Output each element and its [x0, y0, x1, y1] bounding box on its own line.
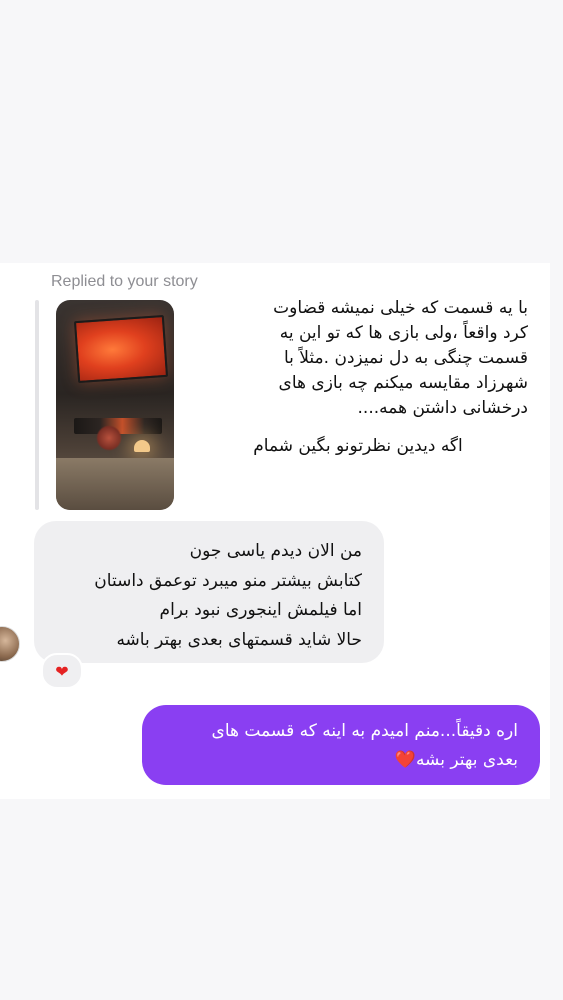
story-reply-line: قسمت چنگی به دل نمیزدن .مثلاً با [283, 348, 528, 368]
replied-to-story-label: Replied to your story [51, 273, 198, 290]
story-reply-line: با یه قسمت که خیلی نمیشه قضاوت [273, 298, 528, 318]
reply-quote-bar [35, 300, 39, 510]
story-flowers [96, 425, 122, 451]
story-table [56, 458, 174, 510]
outgoing-message-bubble[interactable]: اره دقیقاً...منم امیدم به اینه که قسمت ه… [142, 705, 540, 785]
story-thumbnail[interactable] [56, 300, 174, 510]
outgoing-message-line: اره دقیقاً...منم امیدم به اینه که قسمت ه… [211, 721, 518, 741]
outgoing-message-text: بعدی بهتر بشه [415, 750, 518, 770]
story-tv-screen [73, 314, 169, 384]
story-reply-line: درخشانی داشتن همه.... [357, 398, 528, 418]
story-lamp [134, 440, 150, 452]
incoming-message-bubble[interactable]: من الان دیدم یاسی جون کتابش بیشتر منو می… [34, 521, 384, 663]
story-reply-footer: اگه دیدین نظرتونو بگین شمام [253, 436, 463, 456]
outgoing-message-line-2: بعدی بهتر بشه❤️ [154, 746, 518, 775]
heart-icon: ❤ [55, 661, 69, 681]
incoming-message-line: اما فیلمش اینجوری نبود برام [159, 600, 362, 620]
incoming-message-line: حالا شاید قسمتهای بعدی بهتر باشه [116, 629, 362, 650]
heart-icon: ❤️ [394, 750, 416, 770]
story-reply-line: کرد واقعاً ،ولی بازی ها که تو این یه [279, 323, 528, 343]
story-reply-line: شهرزاد مقایسه میکنم چه بازی های [278, 373, 528, 393]
story-reply-message[interactable]: با یه قسمت که خیلی نمیشه قضاوت کرد واقعا… [188, 296, 528, 459]
incoming-message-line: من الان دیدم یاسی جون [189, 541, 362, 561]
heart-reaction-badge[interactable]: ❤ [41, 653, 83, 689]
incoming-message-line: کتابش بیشتر منو میبرد توعمق داستان [94, 570, 362, 591]
